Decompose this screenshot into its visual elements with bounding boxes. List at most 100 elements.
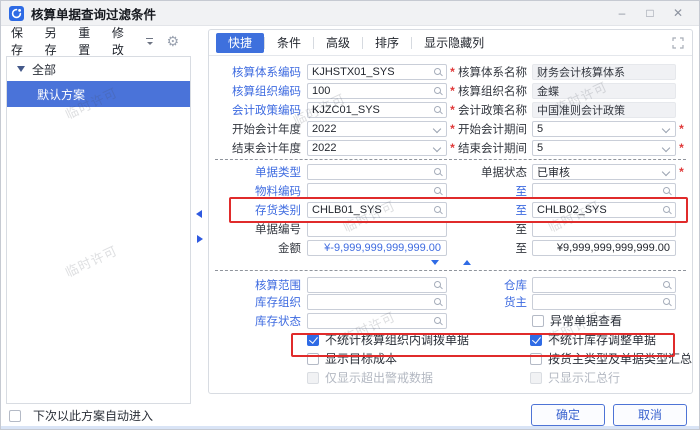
bill-number-to-input[interactable]	[533, 222, 675, 236]
tab-advanced[interactable]: 高级	[314, 33, 362, 53]
inventory-status-input[interactable]	[308, 314, 446, 328]
accounting-system-code-input[interactable]	[308, 65, 446, 79]
inventory-category-to-input[interactable]	[533, 203, 675, 217]
material-code-to-input[interactable]	[533, 184, 675, 198]
tab-sort[interactable]: 排序	[363, 33, 411, 53]
maximize-icon[interactable]: □	[643, 6, 657, 20]
form-row: 显示目标成本 按货主类型及单据类型汇总	[209, 349, 692, 368]
exclude-inventory-adjust-checkbox[interactable]	[530, 334, 542, 346]
start-period-select[interactable]	[533, 122, 675, 136]
field-label[interactable]: 货主	[458, 294, 532, 310]
field-label: 开始会计年度	[209, 121, 307, 137]
end-fiscal-year-select[interactable]	[308, 141, 446, 155]
amount-from-input[interactable]	[308, 241, 446, 255]
minimize-icon[interactable]: –	[615, 6, 629, 20]
search-icon[interactable]	[663, 281, 670, 288]
field-label[interactable]: 核算组织编码	[209, 83, 307, 99]
reset-button[interactable]: 重置	[78, 24, 98, 58]
search-icon[interactable]	[663, 298, 670, 305]
selected-scheme-label: 默认方案	[37, 86, 85, 103]
search-icon[interactable]	[434, 187, 441, 194]
only-show-summary-row-checkbox	[530, 372, 542, 384]
expand-panel-arrow-icon[interactable]	[197, 235, 203, 243]
tab-condition[interactable]: 条件	[265, 33, 313, 53]
field-label[interactable]: 仓库	[458, 277, 532, 293]
gear-icon[interactable]: ⚙	[166, 34, 179, 48]
form-row: 结束会计年度 * 结束会计期间 *	[209, 138, 692, 157]
field-label[interactable]: 单据类型	[209, 164, 307, 180]
amount-to-input[interactable]	[533, 241, 675, 255]
tree-expand-icon[interactable]	[17, 66, 25, 72]
search-icon[interactable]	[434, 68, 441, 75]
field-label[interactable]: 物料编码	[209, 183, 307, 199]
field-label[interactable]: 核算体系编码	[209, 64, 307, 80]
modify-button[interactable]: 修改	[112, 24, 132, 58]
field-label[interactable]: 库存状态	[209, 313, 307, 329]
required-mark: *	[676, 165, 687, 179]
search-icon[interactable]	[434, 298, 441, 305]
tree-root-label: 全部	[32, 61, 56, 78]
field-label[interactable]: 存货类别	[209, 202, 307, 218]
owner-input[interactable]	[533, 295, 675, 309]
save-as-button[interactable]: 另存	[45, 24, 65, 58]
filter-dialog: 核算单据查询过滤条件 – □ ✕ 保存 另存 重置 修改 ⚙ 全部 默认方案 下…	[0, 0, 700, 430]
tab-quick[interactable]: 快捷	[216, 33, 264, 53]
collapse-section-icon[interactable]	[431, 260, 439, 265]
accounting-system-name-field	[532, 64, 676, 80]
field-label[interactable]: 至	[458, 183, 532, 199]
search-icon[interactable]	[663, 206, 670, 213]
warehouse-input[interactable]	[533, 278, 675, 292]
inventory-category-field	[307, 202, 447, 218]
inventory-category-to-field	[532, 202, 676, 218]
auto-enter-checkbox[interactable]	[9, 410, 21, 422]
material-code-input[interactable]	[308, 184, 446, 198]
exclude-internal-transfer-checkbox[interactable]	[307, 334, 319, 346]
accounting-scope-input[interactable]	[308, 278, 446, 292]
search-icon[interactable]	[434, 206, 441, 213]
field-label[interactable]: 库存组织	[209, 294, 307, 310]
bill-number-input[interactable]	[308, 222, 446, 236]
field-label[interactable]: 核算范围	[209, 277, 307, 293]
field-label: 开始会计期间	[458, 121, 532, 137]
accounting-org-name-value	[533, 84, 675, 98]
close-icon[interactable]: ✕	[671, 6, 685, 20]
abnormal-bills-checkbox[interactable]	[532, 315, 544, 327]
fullscreen-icon[interactable]	[672, 37, 684, 49]
section-divider	[215, 159, 686, 160]
show-target-cost-checkbox[interactable]	[307, 353, 319, 365]
inventory-category-input[interactable]	[308, 203, 446, 217]
search-icon[interactable]	[434, 106, 441, 113]
collapse-panel-arrow-icon[interactable]	[196, 210, 202, 218]
cancel-button[interactable]: 取消	[613, 404, 687, 426]
more-menu-icon[interactable]	[145, 37, 154, 46]
search-icon[interactable]	[434, 87, 441, 94]
save-button[interactable]: 保存	[11, 24, 31, 58]
bill-type-input[interactable]	[308, 165, 446, 179]
accounting-policy-code-input[interactable]	[308, 103, 446, 117]
inventory-org-input[interactable]	[308, 295, 446, 309]
field-label[interactable]: 会计政策编码	[209, 102, 307, 118]
required-mark: *	[676, 122, 687, 136]
required-mark: *	[447, 141, 458, 155]
accounting-policy-name-field	[532, 102, 676, 118]
search-icon[interactable]	[434, 317, 441, 324]
ok-button[interactable]: 确定	[531, 404, 605, 426]
bill-status-select[interactable]	[533, 165, 675, 179]
tab-show-hide-columns[interactable]: 显示隐藏列	[412, 33, 496, 53]
search-icon[interactable]	[434, 281, 441, 288]
form-row: 库存组织 货主	[209, 292, 692, 311]
field-label[interactable]: 至	[458, 202, 532, 218]
tree-node-default-scheme[interactable]: 默认方案	[7, 81, 190, 107]
search-icon[interactable]	[434, 168, 441, 175]
expand-section-icon[interactable]	[463, 260, 471, 265]
tab-strip: 快捷 条件 高级 排序 显示隐藏列	[209, 30, 692, 56]
start-fiscal-year-select[interactable]	[308, 122, 446, 136]
accounting-org-code-input[interactable]	[308, 84, 446, 98]
tree-node-all[interactable]: 全部	[7, 57, 190, 81]
inventory-status-field	[307, 313, 447, 329]
form-row: 库存状态 异常单据查看	[209, 311, 692, 330]
search-icon[interactable]	[663, 187, 670, 194]
end-period-select[interactable]	[533, 141, 675, 155]
amount-to-field	[532, 240, 676, 256]
summarize-by-owner-type-checkbox[interactable]	[530, 353, 542, 365]
